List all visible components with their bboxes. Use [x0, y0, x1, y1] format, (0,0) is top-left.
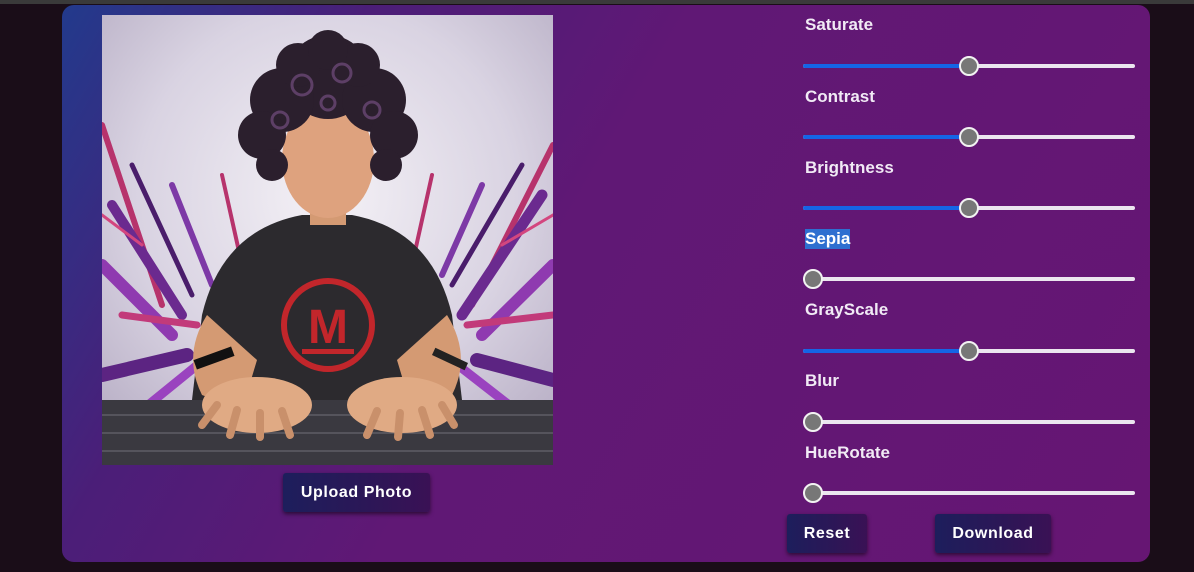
sepia-label: Sepia — [805, 229, 851, 249]
brightness-slider[interactable] — [803, 197, 1135, 219]
slider-fill — [803, 64, 969, 68]
slider-fill — [803, 135, 969, 139]
download-button[interactable]: Download — [935, 514, 1051, 553]
slider-thumb[interactable] — [803, 412, 823, 432]
slider-track — [803, 277, 1135, 281]
grayscale-label: GrayScale — [805, 300, 889, 319]
shirt-logo-letter: M — [308, 301, 348, 354]
upload-photo-button[interactable]: Upload Photo — [283, 473, 430, 512]
blur-label: Blur — [805, 371, 839, 390]
slider-thumb[interactable] — [959, 56, 979, 76]
slider-fill — [803, 206, 969, 210]
slider-fill — [803, 349, 969, 353]
slider-thumb[interactable] — [959, 127, 979, 147]
contrast-slider[interactable] — [803, 126, 1135, 148]
slider-track — [803, 491, 1135, 495]
photo-illustration: M — [102, 15, 553, 465]
huerotate-slider[interactable] — [803, 482, 1135, 504]
grayscale-slider[interactable] — [803, 340, 1135, 362]
slider-thumb[interactable] — [803, 483, 823, 503]
slider-thumb[interactable] — [959, 341, 979, 361]
slider-thumb[interactable] — [803, 269, 823, 289]
huerotate-label: HueRotate — [805, 443, 891, 462]
slider-thumb[interactable] — [959, 198, 979, 218]
sepia-slider[interactable] — [803, 268, 1135, 290]
window-top-border — [0, 0, 1194, 4]
saturate-slider[interactable] — [803, 55, 1135, 77]
reset-button[interactable]: Reset — [787, 514, 867, 553]
contrast-label: Contrast — [805, 87, 875, 106]
brightness-label: Brightness — [805, 158, 894, 177]
blur-slider[interactable] — [803, 411, 1135, 433]
slider-track — [803, 420, 1135, 424]
saturate-label: Saturate — [805, 15, 874, 34]
photo-preview: M — [102, 15, 553, 465]
